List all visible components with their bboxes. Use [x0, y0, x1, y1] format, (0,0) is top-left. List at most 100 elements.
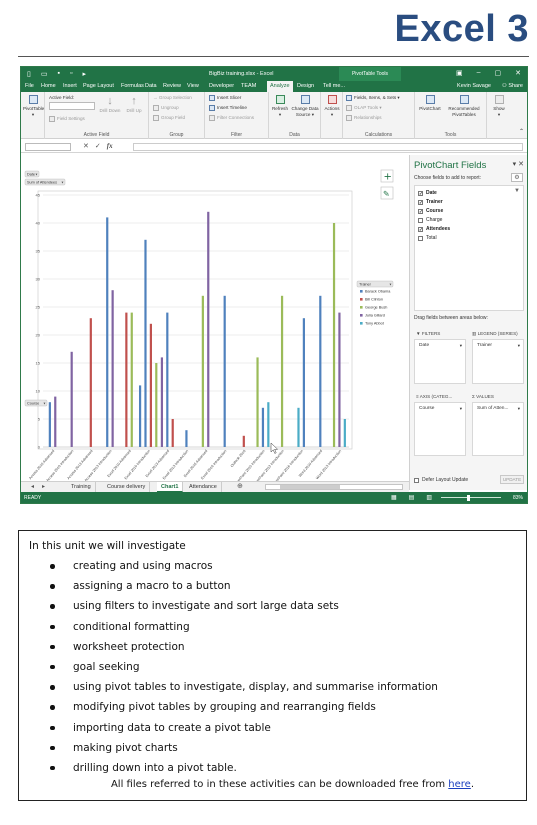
add-sheet-icon[interactable]: ⊕ — [237, 482, 243, 490]
drill-up-button[interactable]: ↑ Drill Up — [123, 95, 145, 113]
active-field-input[interactable] — [49, 102, 95, 110]
bar-0-0[interactable] — [48, 402, 51, 447]
tab-review[interactable]: Review — [163, 83, 181, 89]
tab-page-layout[interactable]: Page Layout — [83, 83, 114, 89]
field-date[interactable]: ✓ Date — [418, 190, 437, 196]
field-checkbox[interactable] — [418, 235, 423, 241]
bar-11-1[interactable] — [261, 407, 265, 447]
bar-7-0[interactable] — [185, 430, 188, 447]
scroll-right-icon[interactable]: ▸ — [42, 483, 45, 490]
bar-5-2[interactable] — [149, 323, 152, 447]
relationships-button[interactable]: Relationships — [346, 115, 382, 121]
bar-8-1[interactable] — [207, 211, 210, 447]
field-course[interactable]: ✓ Course — [418, 208, 443, 214]
horizontal-scrollbar[interactable] — [265, 484, 403, 490]
recommended-pivottables-button[interactable]: Recommended PivotTables — [443, 95, 485, 117]
pane-options-close[interactable]: ▾ ✕ — [513, 160, 524, 168]
show-button[interactable]: Show ▾ — [488, 95, 510, 117]
group-selection-button[interactable]: → Group Selection — [153, 95, 192, 100]
scrollbar-thumb[interactable] — [280, 485, 340, 489]
pivottable-button[interactable]: PivotTable ▾ — [23, 95, 44, 117]
tab-data[interactable]: Data — [145, 83, 157, 89]
bar-10-0[interactable] — [242, 435, 245, 447]
name-box[interactable] — [25, 143, 71, 151]
save-icon[interactable]: ▪ — [57, 70, 59, 78]
bar-15-1[interactable] — [338, 312, 341, 447]
normal-view-icon[interactable]: ▦ — [391, 494, 397, 501]
gear-icon[interactable]: ⚙ — [511, 173, 523, 182]
insert-slicer-button[interactable]: Insert Slicer — [209, 95, 241, 101]
scroll-left-icon[interactable]: ◂ — [31, 483, 34, 490]
sheet-tab-chart1[interactable]: Chart1 — [157, 482, 184, 492]
zoom-slider[interactable] — [441, 497, 501, 498]
tab-view[interactable]: View — [187, 83, 199, 89]
ungroup-button[interactable]: Ungroup — [153, 105, 179, 111]
field-checkbox[interactable]: ✓ — [418, 199, 423, 205]
axis-area[interactable]: Course ▾ — [414, 402, 466, 456]
zoom-slider-thumb[interactable] — [467, 495, 470, 501]
change-data-source-button[interactable]: Change Data Source ▾ — [290, 95, 320, 117]
field-checkbox[interactable] — [418, 217, 423, 223]
sheet-tab-course-delivery[interactable]: Course delivery — [103, 482, 151, 492]
tab-team[interactable]: TEAM — [241, 83, 256, 89]
bar-13-0[interactable] — [297, 407, 300, 447]
tab-tell-me[interactable]: Tell me... — [323, 83, 345, 89]
update-button[interactable]: UPDATE — [500, 475, 524, 484]
bar-2-0[interactable] — [89, 318, 92, 447]
defer-checkbox[interactable] — [414, 477, 419, 483]
zoom-level[interactable]: 83% — [513, 495, 523, 501]
bar-6-1[interactable] — [166, 312, 169, 447]
filter-icon[interactable]: ▼ — [514, 188, 520, 194]
bar-6-2[interactable] — [171, 419, 174, 447]
bar-5-0[interactable] — [138, 385, 142, 447]
bar-13-1[interactable] — [302, 318, 305, 447]
bar-3-1[interactable] — [111, 290, 114, 447]
download-link[interactable]: here — [448, 779, 471, 790]
filters-area[interactable]: Date ▾ — [414, 339, 466, 384]
pivotchart-button[interactable]: PivotChart — [417, 95, 443, 112]
bar-15-2[interactable] — [343, 419, 346, 447]
bar-15-0[interactable] — [332, 223, 336, 447]
bar-0-1[interactable] — [54, 396, 57, 447]
collapse-ribbon-icon[interactable]: ⌃ — [519, 128, 524, 135]
share-button[interactable]: ⚇ Share — [502, 83, 523, 89]
group-field-button[interactable]: Group Field — [153, 115, 185, 121]
tab-formulas[interactable]: Formulas — [121, 83, 144, 89]
values-area[interactable]: Sum of Atten... ▾ — [472, 402, 524, 456]
tab-file[interactable]: File — [25, 83, 34, 89]
filters-chip[interactable]: Date ▾ — [417, 342, 463, 350]
macro-icon[interactable]: ▸ — [82, 70, 86, 78]
tab-insert[interactable]: Insert — [63, 83, 77, 89]
insert-function-icon[interactable]: fx — [107, 142, 113, 150]
axis-chip[interactable]: Course ▾ — [417, 405, 463, 413]
insert-timeline-button[interactable]: Insert Timeline — [209, 105, 247, 111]
field-checkbox[interactable]: ✓ — [418, 208, 423, 214]
bar-8-0[interactable] — [201, 295, 204, 447]
field-checkbox[interactable]: ✓ — [418, 226, 423, 232]
formula-input[interactable] — [133, 143, 523, 151]
bar-4-0[interactable] — [125, 312, 128, 447]
drill-down-button[interactable]: ↓ Drill Down — [99, 95, 121, 113]
defer-layout-update[interactable]: Defer Layout Update — [414, 477, 468, 483]
bar-11-0[interactable] — [256, 357, 259, 447]
bar-4-1[interactable] — [130, 312, 133, 447]
user-name[interactable]: Kevin Savage — [457, 83, 491, 89]
tab-analyze[interactable]: Analyze — [267, 81, 293, 92]
legend-area[interactable]: Trainer ▾ — [472, 339, 524, 384]
values-chip[interactable]: Sum of Atten... ▾ — [475, 405, 521, 413]
legend-chip[interactable]: Trainer ▾ — [475, 342, 521, 350]
pivot-chart[interactable]: 051015202530354045Access 2010 AdvancedAc… — [21, 155, 405, 481]
tab-developer[interactable]: Developer — [209, 83, 234, 89]
page-layout-view-icon[interactable]: ▤ — [409, 494, 415, 501]
field-trainer[interactable]: ✓ Trainer — [418, 199, 443, 205]
field-attendees[interactable]: ✓ Attendees — [418, 226, 450, 232]
field-checkbox[interactable]: ✓ — [418, 190, 423, 196]
refresh-button[interactable]: Refresh ▾ — [270, 95, 290, 117]
bar-11-2[interactable] — [267, 402, 270, 447]
bar-9-0[interactable] — [223, 295, 226, 447]
new-file-icon[interactable]: ▯ — [27, 70, 31, 78]
close-icon[interactable]: ✕ — [515, 69, 521, 77]
sheet-tab-training[interactable]: Training — [67, 482, 96, 492]
print-preview-icon[interactable]: ▫ — [70, 70, 72, 78]
page-break-view-icon[interactable]: ▥ — [426, 494, 432, 501]
